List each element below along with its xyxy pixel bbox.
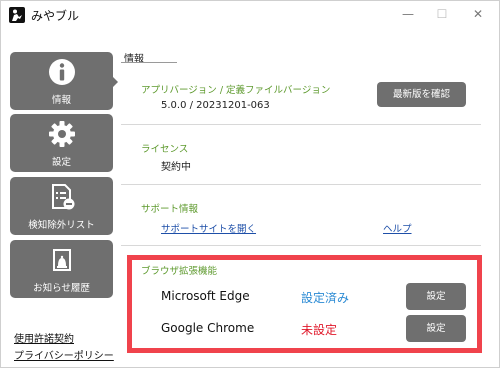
app-logo-icon xyxy=(9,7,25,23)
support-site-link[interactable]: サポートサイトを開く xyxy=(161,221,256,235)
browser-name-edge: Microsoft Edge xyxy=(161,289,250,303)
license-agreement-link[interactable]: 使用許諾契約 xyxy=(14,330,74,345)
selected-indicator xyxy=(111,75,118,89)
maximize-icon[interactable]: ☐ xyxy=(435,7,449,21)
title-bar: みやブル — ☐ ✕ xyxy=(1,1,499,29)
edge-settings-button[interactable]: 設定 xyxy=(406,283,466,310)
close-icon[interactable]: ✕ xyxy=(471,7,485,21)
chrome-settings-button[interactable]: 設定 xyxy=(406,315,466,342)
browser-name-chrome: Google Chrome xyxy=(161,321,255,335)
check-update-button[interactable]: 最新版を確認 xyxy=(377,82,466,107)
support-heading: サポート情報 xyxy=(141,204,199,215)
divider xyxy=(121,124,481,125)
license-heading: ライセンス xyxy=(141,144,189,155)
title-underline xyxy=(121,62,177,63)
divider xyxy=(121,184,481,185)
status-badge-edge: 設定済み xyxy=(301,291,350,305)
sidebar-item-label: 検知除外リスト xyxy=(28,220,95,231)
bell-icon xyxy=(48,246,76,274)
license-value: 契約中 xyxy=(161,162,191,173)
version-heading: アプリバージョン / 定義ファイルバージョン xyxy=(141,85,331,96)
divider xyxy=(121,245,481,246)
sidebar-item-label: 設定 xyxy=(51,157,71,168)
sidebar-item-notification-history[interactable]: お知らせ履歴 xyxy=(10,240,113,298)
browser-extension-heading: ブラウザ拡張機能 xyxy=(141,266,218,277)
exclusion-list-icon xyxy=(48,183,76,211)
app-window: みやブル — ☐ ✕ 情報 設定 検知除外リスト お知らせ履歴 使用許諾契約 プ… xyxy=(0,0,500,368)
sidebar-item-settings[interactable]: 設定 xyxy=(10,114,113,172)
help-link[interactable]: ヘルプ xyxy=(383,221,412,235)
status-badge-chrome: 未設定 xyxy=(301,323,338,337)
gear-icon xyxy=(48,120,76,148)
privacy-policy-link[interactable]: プライバシーポリシー xyxy=(14,347,114,362)
minimize-icon[interactable]: — xyxy=(401,7,415,21)
info-icon xyxy=(48,58,76,86)
sidebar-item-exclusion-list[interactable]: 検知除外リスト xyxy=(10,177,113,235)
sidebar-item-label: 情報 xyxy=(51,95,71,106)
app-title: みやブル xyxy=(31,9,80,23)
sidebar-item-info[interactable]: 情報 xyxy=(10,52,113,110)
version-value: 5.0.0 / 20231201-063 xyxy=(161,100,270,111)
sidebar-item-label: お知らせ履歴 xyxy=(33,283,90,294)
